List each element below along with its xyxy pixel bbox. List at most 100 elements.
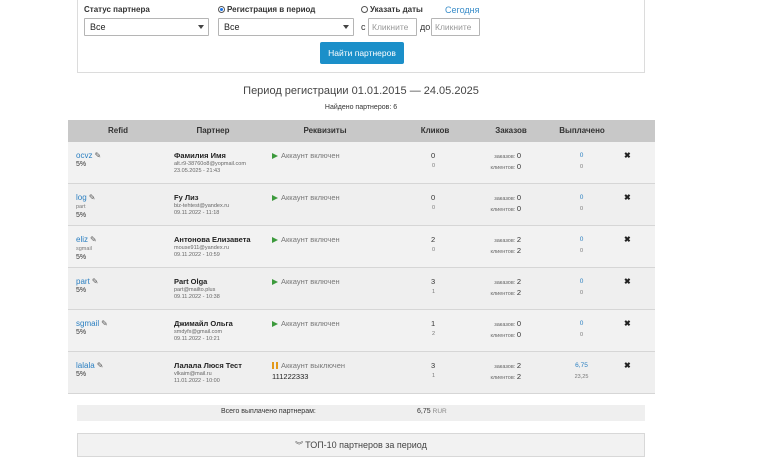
clicks-count: 0 (431, 151, 436, 160)
account-status-text: Аккаунт включен (281, 235, 340, 244)
account-status-text: Аккаунт включен (281, 151, 340, 160)
status-label: Статус партнера (84, 5, 150, 14)
delete-icon[interactable]: ✖ (624, 193, 631, 202)
table-body: ocvz ✎ 5% Фамилия Имя alt.r9-38760o8@yopmail… (68, 142, 655, 394)
account-status-text: Аккаунт включен (281, 319, 340, 328)
refid-link[interactable]: lalala ✎ (76, 361, 103, 370)
reg-period-select[interactable]: Все (218, 18, 354, 36)
edit-icon[interactable]: ✎ (97, 361, 104, 370)
partner-reg-date: 09.11.2022 - 10:59 (174, 252, 220, 258)
play-icon (272, 320, 278, 327)
orders-label: заказов: (494, 280, 516, 286)
refid-link[interactable]: sgmail ✎ (76, 319, 108, 328)
refid-sub: part (76, 204, 86, 210)
table-row: part ✎ 5% Part Olga part@mailto.plus 09.11.20… (68, 268, 655, 310)
status-select[interactable]: Все (84, 18, 209, 36)
paid-amount[interactable]: 0 (564, 236, 599, 243)
paid-amount[interactable]: 6,75 (564, 362, 599, 369)
account-status: Аккаунт включен (272, 319, 340, 328)
partner-name: Fy Лиз (174, 193, 199, 202)
paid-amount[interactable]: 0 (564, 194, 599, 201)
partner-email: smdyfx@gmail.com (174, 329, 223, 335)
requisites-value: 111222333 (272, 372, 309, 381)
specify-dates-radio[interactable]: Указать даты (361, 5, 423, 14)
commission-percent: 5% (76, 329, 87, 336)
partner-email: part@mailto.plus (174, 287, 216, 293)
date-from-input[interactable]: Кликните (368, 18, 417, 36)
orders-label: заказов: (494, 196, 516, 202)
delete-icon[interactable]: ✖ (624, 361, 631, 370)
col-refid: Refid (108, 126, 128, 135)
edit-icon[interactable]: ✎ (101, 319, 108, 328)
clients-label: клиентов: (490, 291, 516, 297)
refid-link[interactable]: log ✎ (76, 193, 95, 202)
commission-percent: 5% (76, 212, 87, 219)
table-row: ocvz ✎ 5% Фамилия Имя alt.r9-38760o8@yopmail… (68, 142, 655, 184)
today-link[interactable]: Сегодня (445, 5, 480, 15)
paid-sub: 0 (579, 164, 584, 170)
reg-period-select-value: Все (224, 22, 240, 32)
clients-count: 0 (516, 204, 521, 213)
date-from-label: с (361, 22, 366, 32)
edit-icon[interactable]: ✎ (89, 193, 96, 202)
paid-amount[interactable]: 0 (564, 320, 599, 327)
table-row: eliz ✎ sgmail 5% Антонова Елизавета mouse911@… (68, 226, 655, 268)
partner-reg-date: 09.11.2022 - 11:18 (174, 210, 220, 216)
found-count: Найдено партнеров: 6 (324, 104, 398, 111)
clicks-count: 3 (431, 361, 436, 370)
chevron-down-icon (343, 25, 349, 29)
clicks-count: 0 (431, 193, 436, 202)
clients-count: 0 (516, 330, 521, 339)
clients-line: клиентов: 2 (490, 246, 521, 255)
clicks-count: 3 (431, 277, 436, 286)
partner-name: Фамилия Имя (174, 151, 226, 160)
refid-link[interactable]: eliz ✎ (76, 235, 97, 244)
delete-icon[interactable]: ✖ (624, 151, 631, 160)
commission-percent: 5% (76, 287, 87, 294)
delete-icon[interactable]: ✖ (624, 319, 631, 328)
clicks-sub: 1 (432, 289, 436, 295)
orders-label: заказов: (494, 154, 516, 160)
total-paid-value: 6,75 RUR (417, 408, 447, 415)
refid-link[interactable]: ocvz ✎ (76, 151, 101, 160)
edit-icon[interactable]: ✎ (90, 235, 97, 244)
account-status: Аккаунт включен (272, 277, 340, 286)
table-row: sgmail ✎ 5% Джимайл Ольга smdyfx@gmail.com 09… (68, 310, 655, 352)
orders-label: заказов: (494, 322, 516, 328)
clients-count: 2 (516, 372, 521, 381)
partner-reg-date: 11.01.2022 - 10:00 (174, 378, 220, 384)
top10-label: ТОП-10 партнеров за период (305, 440, 427, 450)
commission-percent: 5% (76, 161, 87, 168)
reg-period-radio[interactable]: Регистрация в период (218, 5, 315, 14)
date-to-input[interactable]: Кликните (431, 18, 480, 36)
period-title: Период регистрации 01.01.2015 — 24.05.20… (243, 85, 479, 97)
paid-amount[interactable]: 0 (564, 278, 599, 285)
clicks-sub: 2 (432, 331, 436, 337)
refid-sub: sgmail (76, 246, 92, 252)
refid-link[interactable]: part ✎ (76, 277, 99, 286)
paid-sub: 0 (579, 248, 584, 254)
refid-text: part (76, 277, 90, 286)
top10-toggle[interactable]: ︾ ТОП-10 партнеров за период (77, 433, 645, 457)
clients-label: клиентов: (490, 165, 516, 171)
play-icon (272, 194, 278, 201)
edit-icon[interactable]: ✎ (94, 151, 101, 160)
edit-icon[interactable]: ✎ (92, 277, 99, 286)
partner-email: vlkaim@mail.ru (174, 371, 212, 377)
paid-sub: 23,25 (574, 374, 589, 380)
orders-line: заказов: 0 (494, 151, 521, 160)
paid-amount[interactable]: 0 (564, 152, 599, 159)
delete-icon[interactable]: ✖ (624, 235, 631, 244)
specify-dates-label: Указать даты (370, 5, 423, 14)
find-partners-button[interactable]: Найти партнеров (320, 42, 404, 64)
delete-icon[interactable]: ✖ (624, 277, 631, 286)
partner-name: Антонова Елизавета (174, 235, 251, 244)
refid-text: eliz (76, 235, 89, 244)
play-icon (272, 152, 278, 159)
partner-reg-date: 09.11.2022 - 10:38 (174, 294, 220, 300)
account-status: Аккаунт включен (272, 151, 340, 160)
play-icon (272, 236, 278, 243)
play-icon (272, 278, 278, 285)
date-to-label: до (420, 22, 431, 32)
clients-line: клиентов: 0 (490, 330, 521, 339)
